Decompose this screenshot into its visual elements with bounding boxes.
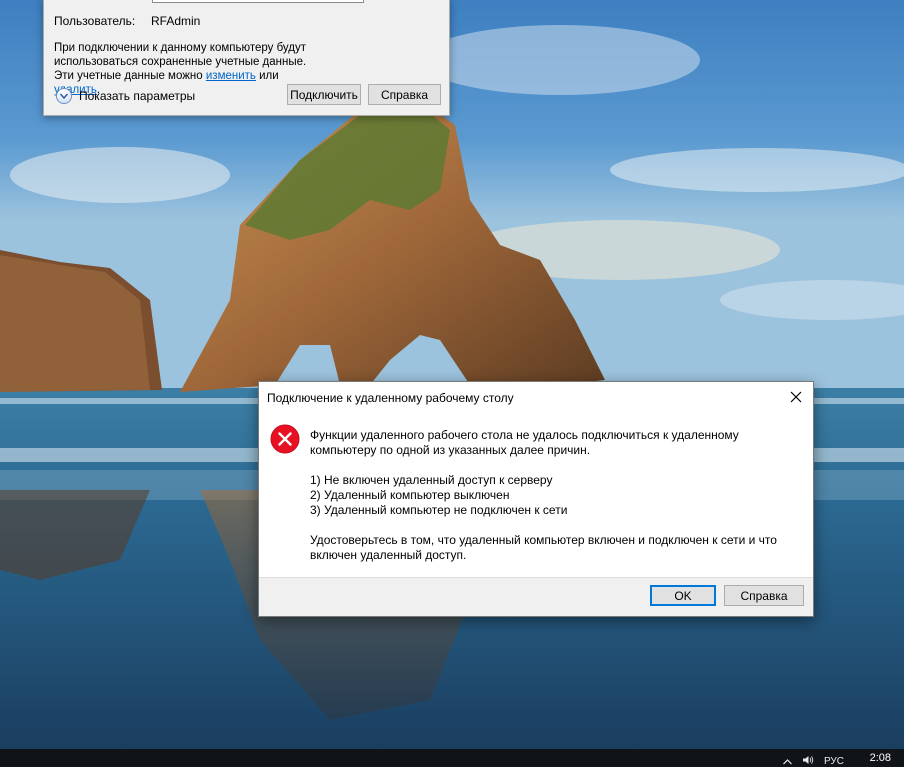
computer-field[interactable] <box>152 0 364 3</box>
language-indicator[interactable]: РУС <box>824 756 844 767</box>
taskbar: РУС 2:08 <box>0 749 904 767</box>
reason-3: 3) Удаленный компьютер не подключен к се… <box>310 503 568 517</box>
clock[interactable]: 2:08 <box>870 752 891 764</box>
user-value: RFAdmin <box>151 14 201 28</box>
show-options-toggle[interactable]: Показать параметры <box>56 88 195 104</box>
rdp-error-dialog: Подключение к удаленному рабочему столу … <box>258 381 814 617</box>
or-text: или <box>259 70 279 82</box>
dialog-help-button[interactable]: Справка <box>724 585 804 606</box>
show-options-label: Показать параметры <box>79 89 196 103</box>
edit-credentials-link[interactable]: изменить <box>206 70 256 82</box>
system-tray: РУС <box>783 755 844 768</box>
ok-button[interactable]: OK <box>650 585 716 606</box>
reason-1: 1) Не включен удаленный доступ к серверу <box>310 473 553 487</box>
dialog-title: Подключение к удаленному рабочему столу <box>267 391 514 405</box>
dialog-footer: OK Справка <box>259 577 813 616</box>
reason-2: 2) Удаленный компьютер выключен <box>310 488 510 502</box>
rdp-connection-window: Пользователь: RFAdmin При подключении к … <box>43 0 450 116</box>
chevron-up-icon[interactable] <box>783 756 792 768</box>
dialog-message: Функции удаленного рабочего стола не уда… <box>310 428 780 563</box>
close-icon[interactable] <box>785 387 807 407</box>
connect-button[interactable]: Подключить <box>287 84 361 105</box>
message-advice: Удостоверьтесь в том, что удаленный комп… <box>310 533 777 562</box>
help-button[interactable]: Справка <box>368 84 441 105</box>
user-label: Пользователь: <box>54 14 136 28</box>
volume-icon[interactable] <box>802 755 814 768</box>
message-intro: Функции удаленного рабочего стола не уда… <box>310 428 739 457</box>
error-icon <box>270 424 300 454</box>
chevron-down-icon <box>56 88 72 104</box>
